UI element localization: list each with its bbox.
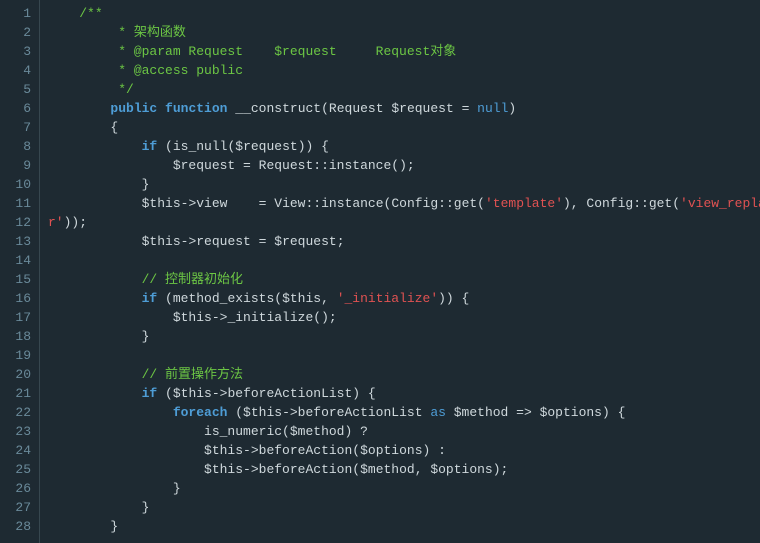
line-number: 7 (4, 118, 31, 137)
line-number: 11 (4, 194, 31, 213)
code-line: /** (48, 4, 760, 23)
code-line: } (48, 498, 760, 517)
line-number: 28 (4, 517, 31, 536)
line-number: 2 (4, 23, 31, 42)
code-line: $this->_initialize(); (48, 308, 760, 327)
code-line: $this->view = View::instance(Config::get… (48, 194, 760, 213)
line-number: 5 (4, 80, 31, 99)
code-line: foreach ($this->beforeActionList as $met… (48, 403, 760, 422)
line-number: 12 (4, 213, 31, 232)
code-content[interactable]: /** * 架构函数 * @param Request $request Req… (40, 0, 760, 543)
line-number: 22 (4, 403, 31, 422)
line-number: 23 (4, 422, 31, 441)
code-line: $this->beforeAction($method, $options); (48, 460, 760, 479)
line-number: 4 (4, 61, 31, 80)
line-number: 15 (4, 270, 31, 289)
code-line: { (48, 118, 760, 137)
line-number-gutter: 1234567891011121314151617181920212223242… (0, 0, 40, 543)
code-line: public function __construct(Request $req… (48, 99, 760, 118)
code-line: r')); (48, 213, 760, 232)
line-number: 27 (4, 498, 31, 517)
code-line: } (48, 479, 760, 498)
code-line: */ (48, 80, 760, 99)
code-line: $request = Request::instance(); (48, 156, 760, 175)
code-editor: 1234567891011121314151617181920212223242… (0, 0, 760, 543)
line-number: 26 (4, 479, 31, 498)
line-number: 17 (4, 308, 31, 327)
code-line: } (48, 327, 760, 346)
line-number: 20 (4, 365, 31, 384)
code-line: is_numeric($method) ? (48, 422, 760, 441)
code-line: * 架构函数 (48, 23, 760, 42)
code-line: if (is_null($request)) { (48, 137, 760, 156)
line-number: 21 (4, 384, 31, 403)
line-number: 6 (4, 99, 31, 118)
code-line (48, 251, 760, 270)
code-line: } (48, 175, 760, 194)
code-line: * @access public (48, 61, 760, 80)
line-number: 3 (4, 42, 31, 61)
line-number: 14 (4, 251, 31, 270)
line-number: 16 (4, 289, 31, 308)
code-line: // 控制器初始化 (48, 270, 760, 289)
line-number: 9 (4, 156, 31, 175)
line-number: 18 (4, 327, 31, 346)
code-line (48, 346, 760, 365)
code-line: if ($this->beforeActionList) { (48, 384, 760, 403)
line-number: 10 (4, 175, 31, 194)
line-number: 1 (4, 4, 31, 23)
line-number: 8 (4, 137, 31, 156)
code-line: // 前置操作方法 (48, 365, 760, 384)
code-line: $this->request = $request; (48, 232, 760, 251)
line-number: 24 (4, 441, 31, 460)
code-line: if (method_exists($this, '_initialize'))… (48, 289, 760, 308)
code-line: * @param Request $request Request对象 (48, 42, 760, 61)
code-line: } (48, 517, 760, 536)
code-line: $this->beforeAction($options) : (48, 441, 760, 460)
line-number: 25 (4, 460, 31, 479)
line-number: 13 (4, 232, 31, 251)
line-number: 19 (4, 346, 31, 365)
